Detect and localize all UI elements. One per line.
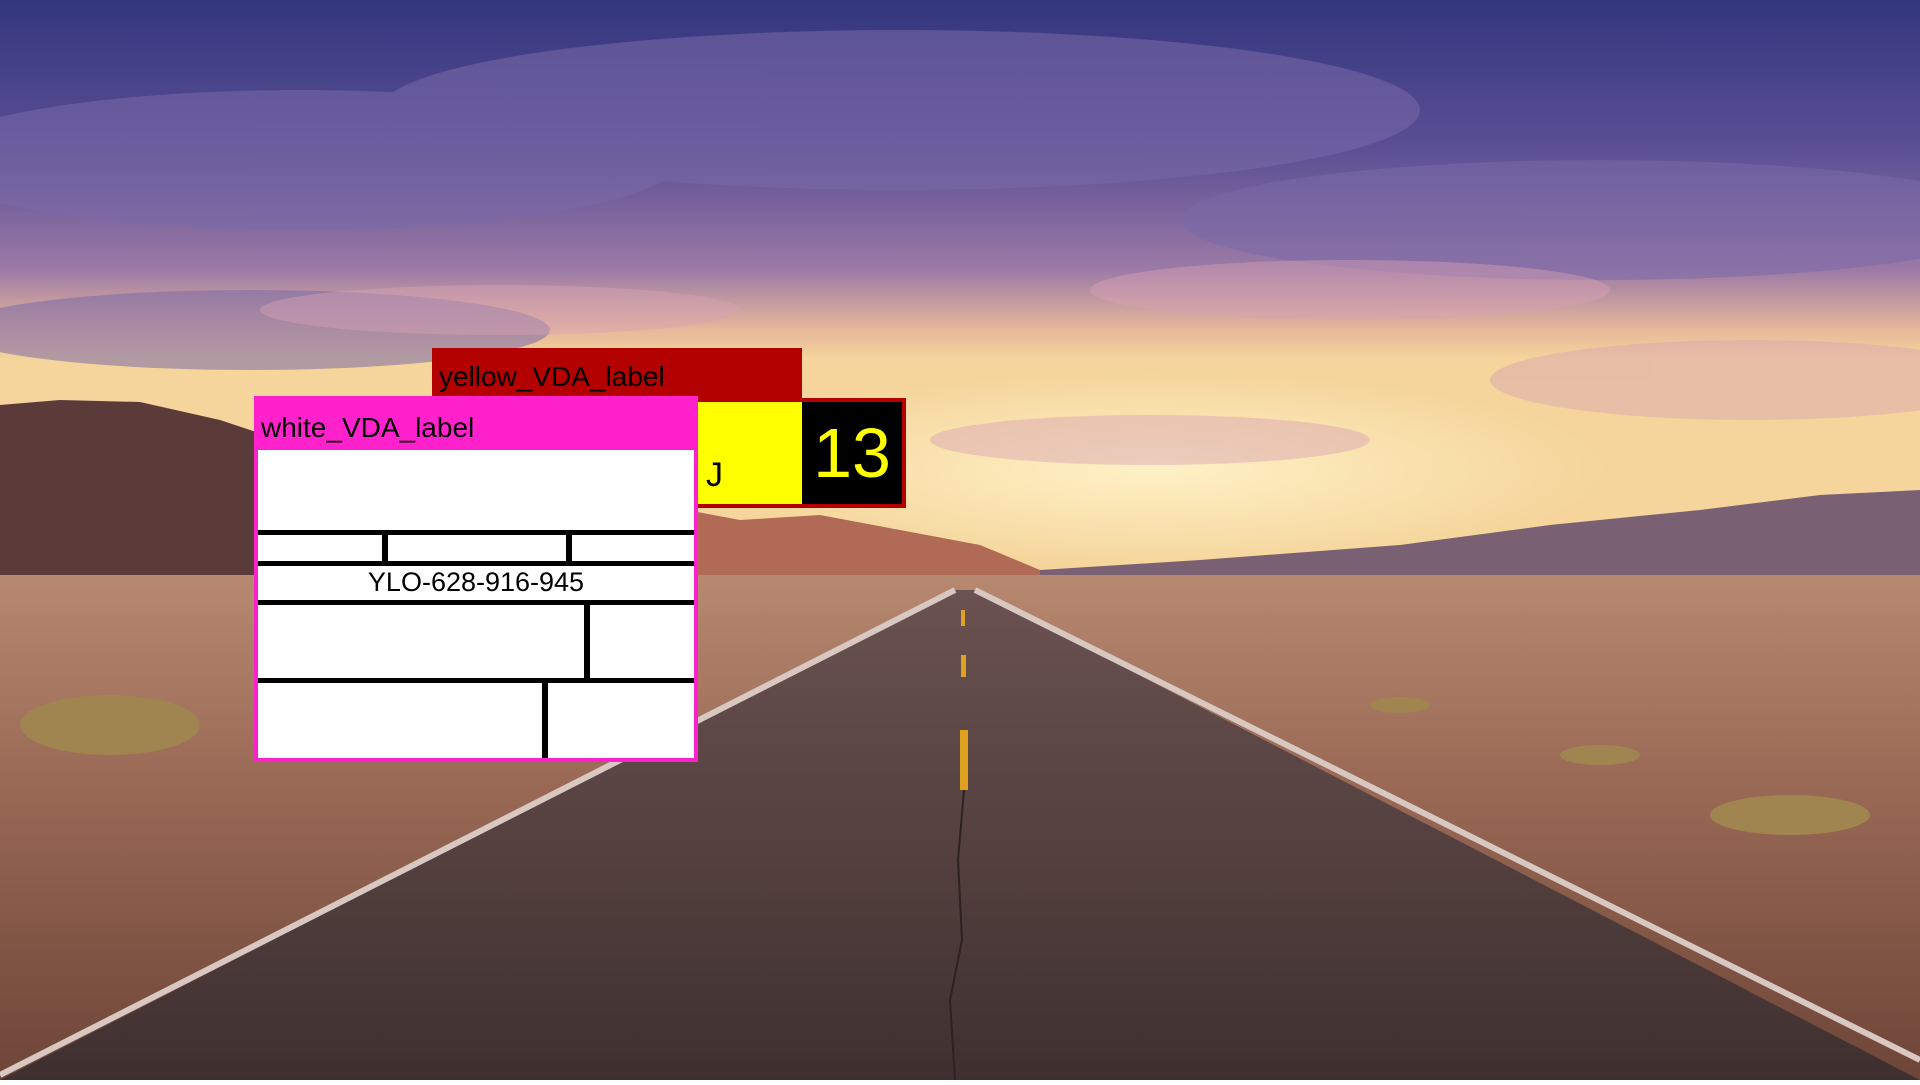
label-divider [542,678,548,758]
yellow-label-number: 13 [802,402,902,504]
label-divider [258,600,694,605]
label-divider [258,530,694,535]
label-divider [258,678,694,683]
white-label-body: YLO-628-916-945 [258,450,694,758]
label-divider [566,530,572,566]
white-vda-label-window[interactable]: white_VDA_label YLO-628-916-945 [254,396,698,762]
yellow-label-letter: J [706,456,723,494]
label-divider [584,600,590,682]
yellow-window-title[interactable]: yellow_VDA_label [432,348,802,400]
label-code: YLO-628-916-945 [367,567,585,597]
label-divider [382,530,388,566]
white-window-title[interactable]: white_VDA_label [254,396,698,450]
